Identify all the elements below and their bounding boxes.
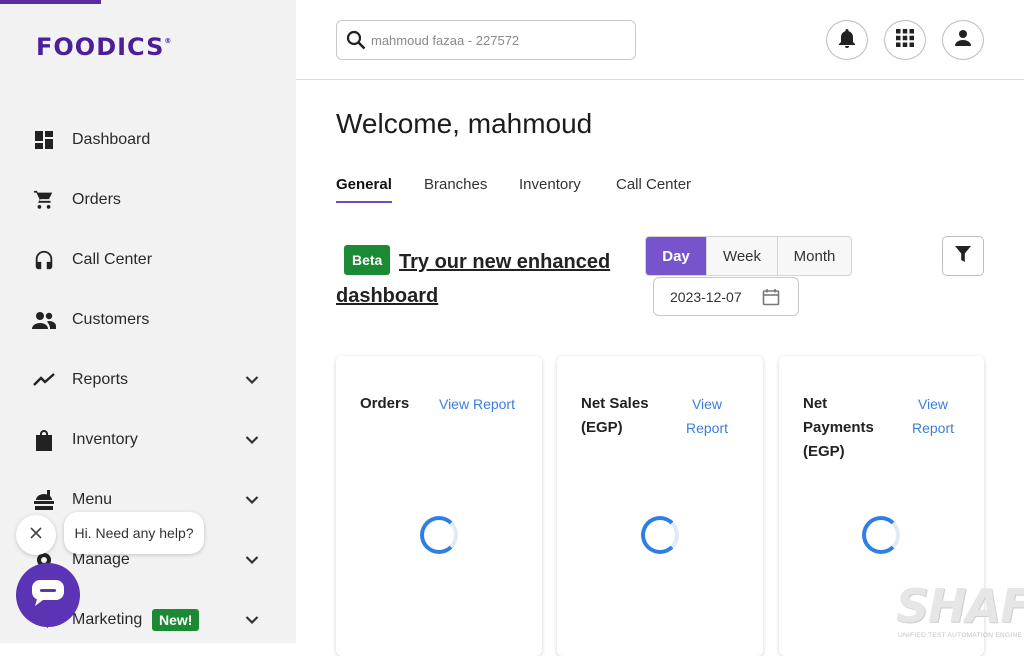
shaft-watermark: SHAFT UNIFIED TEST AUTOMATION ENGINE xyxy=(896,579,1024,643)
sidebar-item-call-center[interactable]: Call Center xyxy=(0,240,296,280)
sidebar-item-label: Marketing xyxy=(72,611,143,628)
tab-branches[interactable]: Branches xyxy=(424,176,487,193)
tab-inventory[interactable]: Inventory xyxy=(519,176,581,193)
card-title: Net Payments (EGP) xyxy=(803,395,874,460)
sidebar-top-accent xyxy=(0,0,101,4)
search-input[interactable] xyxy=(371,29,621,51)
chat-launcher-button[interactable] xyxy=(16,563,80,627)
chevron-down-icon[interactable] xyxy=(242,550,262,570)
account-button[interactable] xyxy=(942,20,984,60)
chat-greeting[interactable]: Hi. Need any help? xyxy=(64,512,204,554)
search-icon xyxy=(346,30,366,50)
foodics-logo[interactable]: FOODICS® xyxy=(36,33,172,61)
date-value: 2023-12-07 xyxy=(670,288,742,305)
filter-button[interactable] xyxy=(942,236,984,276)
active-tab-indicator xyxy=(336,201,392,203)
date-picker[interactable]: 2023-12-07 xyxy=(653,277,799,316)
people-icon xyxy=(32,308,56,332)
loading-spinner xyxy=(862,516,900,554)
net-sales-card: Net Sales (EGP) View Report xyxy=(557,356,763,656)
view-report-link[interactable]: View Report xyxy=(436,392,518,416)
sidebar-item-inventory[interactable]: Inventory xyxy=(0,420,296,460)
apps-button[interactable] xyxy=(884,20,926,60)
filter-icon xyxy=(954,245,972,268)
sidebar-item-label: Reports xyxy=(72,371,129,388)
close-icon xyxy=(30,526,42,544)
watermark-subtitle: UNIFIED TEST AUTOMATION ENGINE xyxy=(898,632,1023,639)
period-month-button[interactable]: Month xyxy=(778,237,851,275)
period-week-button[interactable]: Week xyxy=(707,237,778,275)
tab-general[interactable]: General xyxy=(336,176,392,193)
orders-card: Orders View Report xyxy=(336,356,542,656)
chevron-down-icon[interactable] xyxy=(242,490,262,510)
search-box[interactable] xyxy=(336,20,636,60)
view-report-link[interactable]: View Report xyxy=(903,392,963,440)
top-header xyxy=(296,0,1024,80)
card-title: Orders xyxy=(360,395,410,412)
period-day-button[interactable]: Day xyxy=(646,237,707,275)
sidebar-item-orders[interactable]: Orders xyxy=(0,180,296,220)
chevron-down-icon[interactable] xyxy=(242,610,262,630)
sidebar-item-label: Call Center xyxy=(72,251,153,268)
card-title: Net Sales (EGP) xyxy=(581,395,649,436)
trending-icon xyxy=(32,368,56,392)
sidebar-item-label: Customers xyxy=(72,311,150,328)
headset-icon xyxy=(32,248,56,272)
apps-grid-icon xyxy=(896,28,914,52)
menu-food-icon xyxy=(32,488,56,512)
cart-icon xyxy=(32,188,56,212)
calendar-icon xyxy=(762,288,780,306)
sidebar-item-reports[interactable]: Reports xyxy=(0,360,296,400)
notifications-button[interactable] xyxy=(826,20,868,60)
view-report-link[interactable]: View Report xyxy=(677,392,737,440)
dashboard-icon xyxy=(32,128,56,152)
watermark-title: SHAFT xyxy=(896,579,1024,633)
page-title: Welcome, mahmoud xyxy=(336,108,593,139)
loading-spinner xyxy=(420,516,458,554)
sidebar-item-label: Menu xyxy=(72,491,113,508)
bag-icon xyxy=(32,428,56,452)
sidebar-item-customers[interactable]: Customers xyxy=(0,300,296,340)
loading-spinner xyxy=(641,516,679,554)
tab-call-center[interactable]: Call Center xyxy=(616,176,691,193)
sidebar-item-dashboard[interactable]: Dashboard xyxy=(0,120,296,160)
beta-badge: Beta xyxy=(344,245,391,275)
chat-close-button[interactable] xyxy=(16,515,56,555)
sidebar-item-label: Inventory xyxy=(72,431,138,448)
chevron-down-icon[interactable] xyxy=(242,430,262,450)
sidebar-item-label: Orders xyxy=(72,191,121,208)
sidebar-item-label: Dashboard xyxy=(72,131,151,148)
bell-icon xyxy=(838,28,856,53)
new-badge: New! xyxy=(152,609,200,631)
chevron-down-icon[interactable] xyxy=(242,370,262,390)
person-icon xyxy=(954,29,972,52)
chat-icon xyxy=(31,579,65,612)
period-selector: Day Week Month xyxy=(645,236,852,276)
